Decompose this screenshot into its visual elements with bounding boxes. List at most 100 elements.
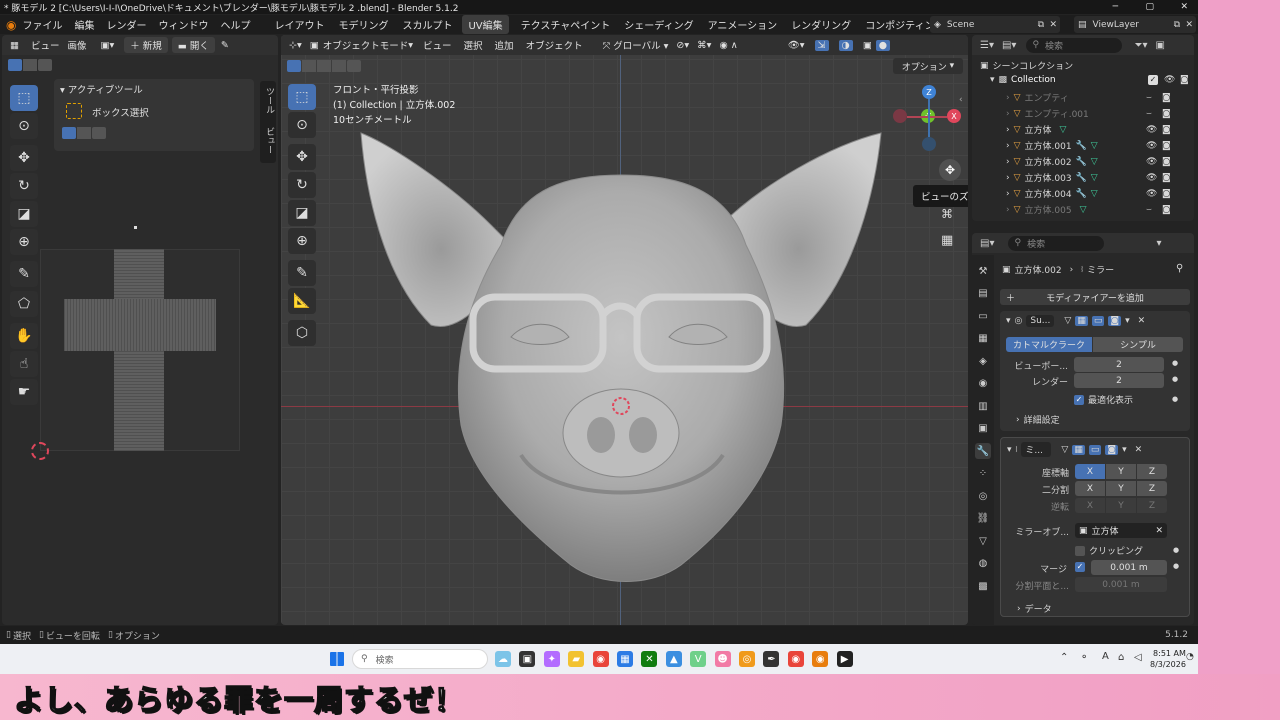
mirror-name-field[interactable]: ミ... [1021, 442, 1052, 457]
blender-logo-icon[interactable]: ◉ [6, 18, 16, 32]
tab-uv-editing[interactable]: UV編集 [462, 15, 509, 34]
expand-arrow-icon[interactable]: › [1006, 93, 1010, 103]
shading-solid-icon[interactable]: ● [875, 39, 891, 51]
vp-tool-move[interactable]: ✥ [288, 144, 316, 170]
mirror-collapse-icon[interactable]: ▾ [1007, 445, 1012, 455]
tray-mic-icon[interactable]: ⚬ [1080, 652, 1088, 663]
viewport-area[interactable]: ⊹▾ ▣ オブジェクトモード ▾ ビュー 選択 追加 オブジェクト ⤧ グローバル… [281, 35, 968, 625]
mirror-object-field[interactable]: ▣ 立方体 ✕ [1075, 523, 1167, 538]
ink-app-icon[interactable]: ✒ [763, 651, 780, 667]
collection-camera-icon[interactable]: ◙ [1180, 75, 1189, 85]
vtuber-app-icon[interactable]: V [690, 651, 707, 667]
tray-chevron-icon[interactable]: ⌃ [1060, 652, 1068, 663]
vp-tool-scale[interactable]: ◪ [288, 200, 316, 226]
collection-tab-icon[interactable]: ▥ [975, 398, 991, 414]
outliner-item[interactable]: › ▽ 立方体.002 🔧 ▽ 👁 ◙ [1006, 155, 1190, 169]
uv-2d-cursor-icon[interactable] [31, 442, 49, 460]
coin-app-icon[interactable]: ◎ [739, 651, 755, 667]
expand-arrow-icon[interactable]: › [1006, 189, 1010, 199]
vp-select-intersect-icon[interactable] [347, 60, 361, 72]
properties-editor-icon[interactable]: ▤▾ [980, 238, 994, 249]
close-icon[interactable]: ✕ [1180, 2, 1188, 12]
maximize-icon[interactable]: ▢ [1145, 2, 1154, 12]
item-eye-icon[interactable]: 👁 [1146, 125, 1157, 135]
clipping-keyframe-icon[interactable]: ● [1173, 546, 1179, 554]
ortho-toggle-icon[interactable]: ▦ [941, 233, 953, 248]
outliner-item[interactable]: › ▽ 立方体.004 🔧 ▽ 👁 ◙ [1006, 187, 1190, 201]
axis-x-toggle[interactable]: X [1075, 464, 1105, 479]
new-image-button[interactable]: ＋ 新規 [124, 37, 168, 53]
tab-shading[interactable]: シェーディング [624, 17, 693, 32]
subsurf-realtime-icon[interactable]: ▭ [1091, 316, 1105, 326]
uv-menu-image[interactable]: 画像 [68, 38, 87, 52]
vp-select-extend-icon[interactable] [302, 60, 316, 72]
item-camera-icon[interactable]: ◙ [1162, 157, 1171, 167]
item-eye-icon[interactable]: ⌣ [1146, 205, 1152, 215]
active-tool-panel-header[interactable]: ▾ アクティブツール [60, 82, 143, 96]
properties-area[interactable]: ▤▾ ⚲ 検索 ▾ ▣ 立方体.002 › ⧙ ミラー ⚲ ＋ モディファイアー… [972, 233, 1194, 625]
vp-tool-rotate[interactable]: ↻ [288, 172, 316, 198]
outliner-search[interactable]: ⚲ 検索 [1026, 37, 1123, 53]
options-button[interactable]: オプション ▾ [893, 58, 963, 74]
select-new-icon[interactable] [8, 59, 22, 71]
uv-editor-area[interactable]: ▦ ビュー 画像 ▣▾ ＋ 新規 ▬ 開く ✎ ⬚ ⊙ ✥ ↻ ◪ ⊕ ✎ ⬠ … [2, 35, 278, 625]
flip-z-toggle[interactable]: Z [1137, 498, 1167, 513]
item-eye-icon[interactable]: ⌣ [1146, 93, 1152, 103]
image-browse-icon[interactable]: ▣▾ [101, 40, 115, 51]
item-camera-icon[interactable]: ◙ [1162, 173, 1171, 183]
tool-rotate[interactable]: ↻ [10, 173, 38, 199]
tool-grab[interactable]: ✋ [10, 323, 38, 349]
menu-file[interactable]: ファイル [22, 17, 62, 32]
viewport-editor-type-icon[interactable]: ⊹▾ [289, 40, 302, 51]
delete-scene-icon[interactable]: ✕ [1049, 20, 1057, 30]
pin-icon[interactable]: ✎ [221, 40, 229, 51]
outliner-item[interactable]: › ▽ エンプティ ⌣ ◙ [1006, 91, 1190, 105]
subsurf-render-field[interactable]: 2 [1074, 373, 1164, 388]
bisect-y-toggle[interactable]: Y [1106, 481, 1136, 496]
add-modifier-button[interactable]: ＋ モディファイアーを追加 [1000, 289, 1190, 305]
item-camera-icon[interactable]: ◙ [1162, 189, 1171, 199]
tool-move[interactable]: ✥ [10, 145, 38, 171]
axis-y-toggle[interactable]: Y [1106, 464, 1136, 479]
constraints-tab-icon[interactable]: ⛓ [975, 511, 991, 527]
vp-tool-cursor[interactable]: ⊙ [288, 112, 316, 138]
subsurf-render-keyframe-icon[interactable]: ● [1172, 375, 1178, 383]
outliner-item[interactable]: › ▽ 立方体.001 🔧 ▽ 👁 ◙ [1006, 139, 1190, 153]
mirror-remove-icon[interactable]: ✕ [1135, 445, 1143, 455]
start-icon[interactable] [330, 652, 344, 666]
gizmo-x-icon[interactable]: X [947, 109, 961, 123]
clipping-row[interactable]: クリッピング [1075, 544, 1143, 557]
minimize-icon[interactable]: ─ [1113, 2, 1118, 12]
mirror-oncage-icon[interactable]: ▦ [1072, 444, 1085, 455]
overlay-toggle-icon[interactable]: ◑ [838, 39, 853, 51]
scene-tab-icon[interactable]: ◈ [975, 353, 991, 369]
open-image-button[interactable]: ▬ 開く [171, 37, 215, 53]
tool-annotate[interactable]: ✎ [10, 261, 38, 287]
properties-search[interactable]: ⚲ 検索 [1008, 235, 1105, 251]
tab-layout[interactable]: レイアウト [274, 17, 324, 32]
tool-rip[interactable]: ⬠ [10, 291, 38, 317]
item-eye-icon[interactable]: 👁 [1146, 189, 1157, 199]
axis-z-toggle[interactable]: Z [1137, 464, 1167, 479]
visibility-icon[interactable]: 👁▾ [788, 40, 805, 51]
subsurf-name-field[interactable]: Su... [1026, 315, 1055, 327]
vp-tool-transform[interactable]: ⊕ [288, 228, 316, 254]
blender-taskbar-icon[interactable]: ◉ [812, 651, 829, 667]
tab-rendering[interactable]: レンダリング [791, 17, 851, 32]
tray-ime-indicator[interactable]: A [1102, 651, 1109, 662]
item-camera-icon[interactable]: ◙ [1162, 93, 1171, 103]
xbox-icon[interactable]: ✕ [641, 651, 658, 667]
filter-icon[interactable]: ⏷▾ [1134, 40, 1147, 51]
vp-tool-measure[interactable]: 📐 [288, 288, 316, 314]
mode-selector[interactable]: ▣ オブジェクトモード ▾ [310, 38, 413, 53]
bisect-z-toggle[interactable]: Z [1137, 481, 1167, 496]
subsurf-tab-catmull[interactable]: カトマルクラーク [1006, 337, 1092, 352]
collection-checkbox[interactable]: ✓ [1148, 75, 1158, 85]
mirror-dropdown-icon[interactable]: ▾ [1122, 445, 1127, 455]
properties-pin-icon[interactable]: ⚲ [1176, 263, 1183, 274]
tray-volume-icon[interactable]: ◁ [1134, 652, 1142, 663]
vp-menu-object[interactable]: オブジェクト [526, 38, 583, 52]
chrome-alt-icon[interactable]: ◉ [787, 651, 804, 667]
menu-edit[interactable]: 編集 [74, 17, 94, 32]
merge-checkbox[interactable]: ✓ [1075, 562, 1085, 572]
